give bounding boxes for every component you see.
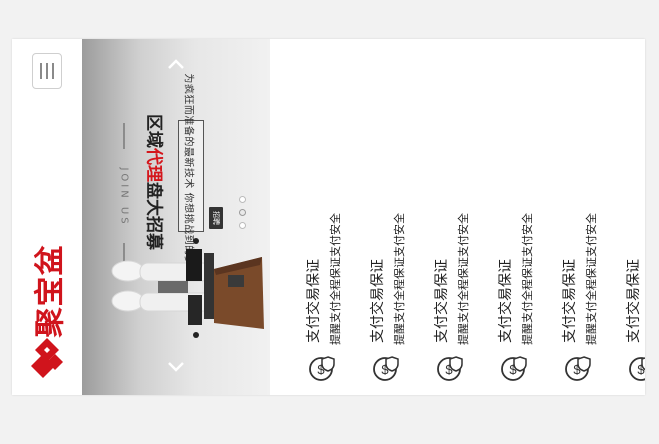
dollar-shield-icon: $ [565, 356, 591, 381]
service-title: 支付交易保证 [562, 259, 578, 343]
service-title: 支付交易保证 [626, 259, 642, 343]
carousel-dot[interactable] [239, 196, 246, 203]
business-people-illustration [111, 238, 264, 338]
service-title: 支付交易保证 [434, 259, 450, 343]
service-item[interactable]: 支付交易保证 $ [618, 39, 645, 395]
app-screen: 聚宝盆 JOIN US 区域代理盘大招募 为疯狂而准备的最新技术 你想挑战到的梦… [12, 39, 645, 395]
dollar-shield-icon: $ [309, 356, 335, 381]
logo-text: 聚宝盆 [33, 244, 68, 338]
service-desc: 提醒支付全程保证支付安全 [329, 213, 342, 345]
menu-icon [46, 63, 48, 79]
service-item[interactable]: 支付交易保证 提醒支付全程保证支付安全 $ [426, 39, 488, 395]
dollar-shield-icon: $ [373, 356, 399, 381]
carousel-dot-active[interactable] [239, 209, 246, 216]
service-list: 支付交易保证 提醒支付全程保证支付安全 $ 支付交易保证 提醒支付全程保证支付安… [270, 39, 645, 395]
service-desc: 提醒支付全程保证支付安全 [457, 213, 470, 345]
dollar-shield-icon: $ [437, 356, 463, 381]
service-item[interactable]: 支付交易保证 提醒支付全程保证支付安全 $ [362, 39, 424, 395]
logo-diamond-icon [31, 338, 63, 378]
dollar-shield-icon: $ [501, 356, 527, 381]
service-title: 支付交易保证 [306, 259, 322, 343]
service-item[interactable]: 支付交易保证 提醒支付全程保证支付安全 $ [554, 39, 616, 395]
menu-icon [40, 63, 42, 79]
service-item[interactable]: 支付交易保证 提醒支付全程保证支付安全 $ [298, 39, 360, 395]
divider [123, 123, 125, 149]
menu-icon [52, 63, 54, 79]
dollar-shield-icon: $ [629, 357, 645, 381]
chevron-down-icon[interactable] [167, 361, 185, 373]
promo-banner[interactable]: JOIN US 区域代理盘大招募 为疯狂而准备的最新技术 你想挑战到的梦想 招聘 [82, 39, 270, 395]
header-bar: 聚宝盆 [12, 39, 83, 395]
menu-button[interactable] [32, 53, 62, 89]
service-title: 支付交易保证 [498, 259, 514, 343]
logo[interactable]: 聚宝盆 [33, 245, 68, 338]
carousel-dot[interactable] [239, 222, 246, 229]
carousel-dots [239, 196, 249, 236]
chevron-up-icon[interactable] [167, 58, 185, 70]
service-title: 支付交易保证 [370, 259, 386, 343]
service-desc: 提醒支付全程保证支付安全 [521, 213, 534, 345]
service-desc: 提醒支付全程保证支付安全 [585, 213, 598, 345]
service-item[interactable]: 支付交易保证 提醒支付全程保证支付安全 $ [490, 39, 552, 395]
service-desc: 提醒支付全程保证支付安全 [393, 213, 406, 345]
